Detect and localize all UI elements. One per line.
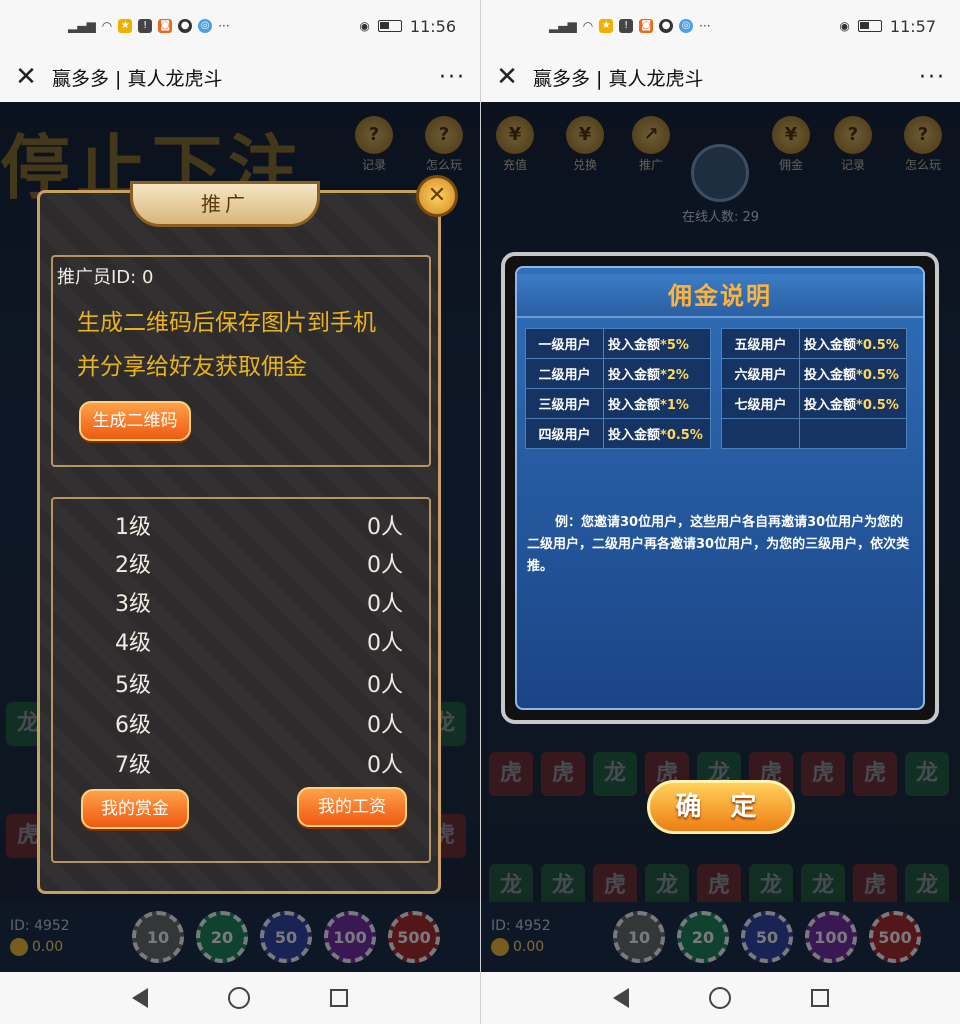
promoter-id: 推广员ID: 0 (57, 267, 154, 288)
instruction-text: 生成二维码后保存图片到手机 并分享给好友获取佣金 (77, 310, 376, 380)
recents-icon[interactable] (810, 989, 829, 1007)
rate-table-left: 一级用户 投入金额*5% 二级用户 投入金额*2% 三级用户 投入金额*1% 四级用户… (525, 328, 711, 449)
system-nav-bar (481, 972, 960, 1024)
rate-row: 七级用户 投入金额*0.5% (721, 388, 907, 419)
app-icon: ◙ (639, 19, 654, 33)
wifi-icon: ◠ (101, 19, 113, 33)
home-icon[interactable] (228, 987, 250, 1009)
level-row: 2级 0人 (115, 553, 403, 578)
rate-row: 一级用户 投入金额*5% (525, 328, 711, 359)
level-row: 4级 0人 (115, 631, 403, 656)
game-area: ¥ 充值 ¥ 兑换 ↗ 推广 ¥ 佣金 ? 记录 ? 怎么玩 在线人数: 29 虎 虎 龙 … (481, 102, 960, 972)
my-salary-button[interactable]: 我的工资 (297, 787, 407, 827)
dialog-title: 佣金说明 (517, 274, 923, 318)
nav-bar: ✕ 赢多多 | 真人龙虎斗 ··· (481, 52, 960, 102)
example-text: 例：您邀请30位用户，这些用户各自再邀请30位用户为您的二级用户，二级用户再各邀… (527, 515, 910, 574)
battery-icon (857, 20, 882, 32)
levels-panel: 1级 0人 2级 0人 3级 0人 4级 0人 5级 0人 6级 0人 7级 0人 我的赏金 … (51, 497, 431, 863)
star-icon: ★ (599, 19, 614, 33)
status-bar: ▂▄▆ ◠ ★ ! ◙ ● ◎ ··· ◉ 11:57 (481, 0, 960, 52)
rate-row: 四级用户 投入金额*0.5% (525, 418, 711, 449)
rate-table-right: 五级用户 投入金额*0.5% 六级用户 投入金额*0.5% 七级用户 投入金额*0.5… (721, 328, 907, 449)
close-dialog-button[interactable]: ✕ (416, 175, 458, 217)
more-menu-icon[interactable]: ··· (919, 65, 946, 90)
eye-icon: ◉ (359, 19, 370, 33)
signal-icon: ▂▄▆ (68, 19, 96, 33)
clock: 11:57 (889, 16, 936, 36)
more-menu-icon[interactable]: ··· (439, 65, 466, 90)
rate-row: 六级用户 投入金额*0.5% (721, 358, 907, 389)
browser-icon: ◎ (198, 19, 213, 33)
recents-icon[interactable] (330, 989, 348, 1007)
system-nav-bar (0, 972, 480, 1024)
level-row: 6级 0人 (115, 713, 403, 738)
promotion-dialog: 推广 ✕ 推广员ID: 0 生成二维码后保存图片到手机 并分享给好友获取佣金 生… (37, 175, 458, 894)
game-area: 停止下注 ? 记录 ? 怎么玩 龙 虎 龙 虎 龙 虎 龙 虎 龙 虎 龙 虎 … (0, 102, 480, 972)
confirm-button[interactable]: 确 定 (647, 780, 795, 834)
more-status-icon: ··· (699, 19, 711, 33)
eye-icon: ◉ (839, 19, 850, 33)
dialog-title: 推广 (130, 181, 320, 227)
generate-qr-button[interactable]: 生成二维码 (79, 401, 191, 441)
rate-row: 二级用户 投入金额*2% (525, 358, 711, 389)
qr-panel: 推广员ID: 0 生成二维码后保存图片到手机 并分享给好友获取佣金 生成二维码 (51, 255, 431, 467)
status-bar: ▂▄▆ ◠ ★ ! ◙ ● ◎ ··· ◉ 11:56 (0, 0, 480, 52)
rate-row (721, 418, 907, 449)
rate-row: 三级用户 投入金额*1% (525, 388, 711, 419)
home-icon[interactable] (708, 987, 731, 1009)
my-bounty-button[interactable]: 我的赏金 (81, 789, 189, 829)
commission-dialog: 佣金说明 一级用户 投入金额*5% 二级用户 投入金额*2% 三级用户 投入金额*1%… (501, 252, 939, 724)
notification-icon: ! (619, 19, 634, 33)
page-title: 赢多多 | 真人龙虎斗 (52, 67, 223, 90)
signal-icon: ▂▄▆ (549, 19, 577, 33)
rate-row: 五级用户 投入金额*0.5% (721, 328, 907, 359)
page-title: 赢多多 | 真人龙虎斗 (533, 67, 704, 90)
back-icon[interactable] (612, 988, 629, 1008)
notification-icon: ! (138, 19, 153, 33)
left-screenshot: ▂▄▆ ◠ ★ ! ◙ ● ◎ ··· ◉ 11:56 ✕ 赢多多 | 真人龙虎… (0, 0, 480, 1024)
level-row: 7级 0人 (115, 753, 403, 778)
wifi-icon: ◠ (582, 19, 594, 33)
nav-bar: ✕ 赢多多 | 真人龙虎斗 ··· (0, 52, 480, 102)
star-icon: ★ (118, 19, 133, 33)
close-icon[interactable]: ✕ (14, 64, 38, 90)
close-icon[interactable]: ✕ (495, 64, 519, 90)
back-icon[interactable] (132, 988, 148, 1008)
chat-icon: ● (178, 19, 193, 33)
level-row: 5级 0人 (115, 673, 403, 698)
app-icon: ◙ (158, 19, 173, 33)
chat-icon: ● (659, 19, 674, 33)
level-row: 3级 0人 (115, 592, 403, 617)
battery-icon (377, 20, 402, 32)
clock: 11:56 (409, 16, 456, 36)
level-row: 1级 0人 (115, 515, 403, 540)
browser-icon: ◎ (679, 19, 694, 33)
more-status-icon: ··· (218, 19, 230, 33)
right-screenshot: ▂▄▆ ◠ ★ ! ◙ ● ◎ ··· ◉ 11:57 ✕ 赢多多 | 真人龙虎… (481, 0, 960, 1024)
